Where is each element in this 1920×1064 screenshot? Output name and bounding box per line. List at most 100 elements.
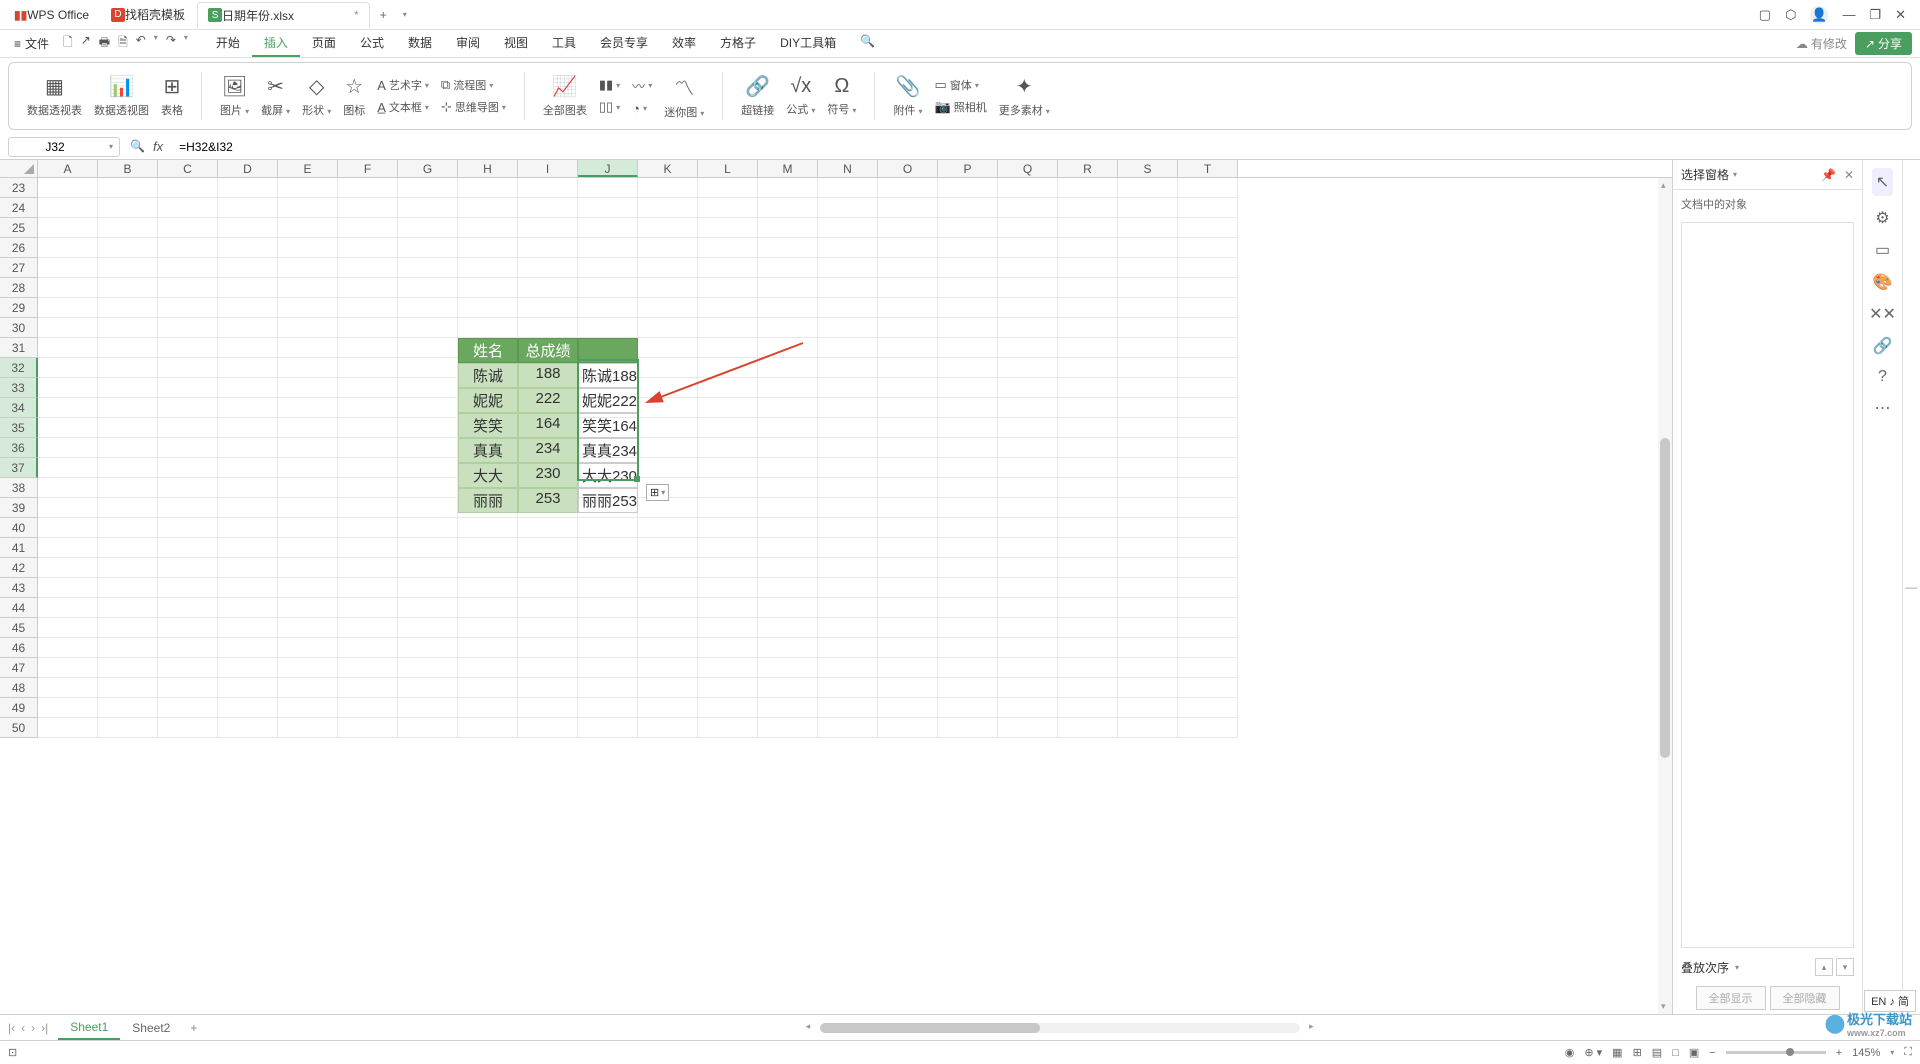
collapse-panel-button[interactable]: — — [1902, 160, 1920, 1014]
close-button[interactable]: ✕ — [1895, 7, 1906, 23]
zoom-thumb[interactable] — [1786, 1048, 1794, 1056]
tab-list-button[interactable]: ▾ — [395, 6, 415, 23]
tab-tools[interactable]: 工具 — [540, 30, 588, 57]
screenshot-button[interactable]: ✂截屏 ▾ — [257, 72, 294, 120]
col-header[interactable]: G — [398, 160, 458, 177]
col-header[interactable]: E — [278, 160, 338, 177]
other-chart-button[interactable]: ▯▯▾ — [595, 98, 624, 116]
zoom-level[interactable]: 145% — [1852, 1047, 1880, 1059]
cursor-tool-icon[interactable]: ↖ — [1872, 168, 1893, 196]
table-cell-concat[interactable]: 丽丽253 — [578, 488, 638, 513]
row-header[interactable]: 50 — [0, 718, 38, 738]
formula-input[interactable] — [173, 140, 1912, 154]
horizontal-scrollbar[interactable]: ◂ ▸ — [820, 1023, 1300, 1033]
maximize-button[interactable]: ❐ — [1869, 7, 1881, 23]
row-header[interactable]: 29 — [0, 298, 38, 318]
zoom-slider[interactable] — [1726, 1051, 1826, 1054]
table-cell-score[interactable]: 234 — [518, 438, 578, 463]
app-tab[interactable]: ▮▮ WPS Office — [4, 4, 99, 26]
view-read-icon[interactable]: ▣ — [1689, 1046, 1699, 1059]
scrollbar-thumb[interactable] — [1660, 438, 1670, 758]
prev-sheet-button[interactable]: ‹ — [19, 1021, 27, 1035]
attachment-button[interactable]: 📎附件 ▾ — [889, 72, 926, 120]
export-icon[interactable]: ↗ — [81, 33, 91, 54]
more-assets-button[interactable]: ✦更多素材 ▾ — [995, 72, 1054, 120]
zoom-in-button[interactable]: + — [1836, 1047, 1842, 1059]
help-icon[interactable]: ? — [1878, 368, 1887, 386]
name-box-input[interactable] — [15, 140, 95, 154]
row-header[interactable]: 45 — [0, 618, 38, 638]
sheet-tab[interactable]: Sheet2 — [120, 1017, 182, 1039]
col-header[interactable]: I — [518, 160, 578, 177]
tab-efficiency[interactable]: 效率 — [660, 30, 708, 57]
table-cell-score[interactable]: 253 — [518, 488, 578, 513]
layout-icon[interactable]: ▢ — [1759, 7, 1771, 23]
redo-icon[interactable]: ↷ — [166, 33, 176, 54]
table-cell-concat[interactable]: 大大230 — [578, 463, 638, 488]
view-icon[interactable]: ▦ — [1612, 1046, 1622, 1059]
row-header[interactable]: 48 — [0, 678, 38, 698]
select-all-corner[interactable] — [0, 160, 38, 177]
col-header[interactable]: F — [338, 160, 398, 177]
vertical-scrollbar[interactable]: ▴ ▾ — [1658, 178, 1672, 1014]
table-cell-name[interactable]: 大大 — [458, 463, 518, 488]
table-cell-concat[interactable]: 陈诚188 — [578, 363, 638, 388]
shapes-button[interactable]: ◇形状 ▾ — [298, 72, 335, 120]
flowchart-button[interactable]: ⧉流程图▾ — [437, 76, 510, 94]
view-icon[interactable]: ◉ — [1565, 1046, 1575, 1059]
table-cell-score[interactable]: 164 — [518, 413, 578, 438]
move-up-button[interactable]: ▴ — [1815, 958, 1833, 976]
spreadsheet[interactable]: A B C D E F G H I J K L M N O P Q R S T … — [0, 160, 1672, 1014]
table-cell-score[interactable]: 222 — [518, 388, 578, 413]
settings-icon[interactable]: ⚙ — [1875, 208, 1889, 228]
row-header[interactable]: 35 — [0, 418, 38, 438]
col-header[interactable]: O — [878, 160, 938, 177]
more-dropdown[interactable]: ▾ — [184, 33, 188, 54]
undo-icon[interactable]: ↶ — [136, 33, 146, 54]
fullscreen-icon[interactable]: ⛶ — [1904, 1046, 1912, 1059]
next-sheet-button[interactable]: › — [29, 1021, 37, 1035]
row-header[interactable]: 25 — [0, 218, 38, 238]
row-header[interactable]: 34 — [0, 398, 38, 418]
hscroll-thumb[interactable] — [820, 1023, 1040, 1033]
pivot-table-button[interactable]: ▦数据透视表 — [23, 72, 86, 120]
sheet-tab[interactable]: Sheet1 — [58, 1016, 120, 1040]
table-cell-concat[interactable]: 真真234 — [578, 438, 638, 463]
cells-area[interactable]: 姓名 总成绩 陈诚188陈诚188妮妮222妮妮222笑笑164笑笑164真真2… — [38, 178, 1672, 738]
line-chart-button[interactable]: 〰▾ — [628, 75, 656, 96]
fx-button[interactable]: fx — [153, 139, 163, 154]
tab-page[interactable]: 页面 — [300, 30, 348, 57]
row-header[interactable]: 40 — [0, 518, 38, 538]
ruler-icon[interactable]: ✕✕ — [1869, 304, 1896, 324]
row-header[interactable]: 47 — [0, 658, 38, 678]
row-header[interactable]: 28 — [0, 278, 38, 298]
equation-button[interactable]: √x公式 ▾ — [782, 73, 819, 119]
row-header[interactable]: 24 — [0, 198, 38, 218]
view-layout-icon[interactable]: ▤ — [1652, 1046, 1662, 1059]
table-cell-concat[interactable]: 笑笑164 — [578, 413, 638, 438]
table-button[interactable]: ⊞表格 — [157, 72, 187, 120]
row-header[interactable]: 49 — [0, 698, 38, 718]
textbox-button[interactable]: A̲文本框▾ — [373, 98, 433, 116]
camera-button[interactable]: 📷照相机 — [931, 98, 991, 116]
row-header[interactable]: 26 — [0, 238, 38, 258]
col-header[interactable]: T — [1178, 160, 1238, 177]
tab-start[interactable]: 开始 — [204, 30, 252, 57]
last-sheet-button[interactable]: ›| — [39, 1021, 50, 1035]
hide-all-button[interactable]: 全部隐藏 — [1770, 986, 1840, 1010]
file-menu[interactable]: ≡ 文件 — [8, 33, 55, 54]
col-header[interactable]: B — [98, 160, 158, 177]
col-header[interactable]: K — [638, 160, 698, 177]
link-tool-icon[interactable]: 🔗 — [1873, 336, 1893, 356]
tab-current-file[interactable]: S 日期年份.xlsx * — [197, 2, 370, 28]
tab-data[interactable]: 数据 — [396, 30, 444, 57]
row-header[interactable]: 37 — [0, 458, 38, 478]
table-cell-name[interactable]: 真真 — [458, 438, 518, 463]
tab-template[interactable]: D 找稻壳模板 — [101, 2, 195, 27]
col-header[interactable]: C — [158, 160, 218, 177]
autofill-options[interactable]: ⊞▾ — [646, 484, 669, 501]
row-header[interactable]: 36 — [0, 438, 38, 458]
close-pane-icon[interactable]: ✕ — [1844, 168, 1854, 182]
row-header[interactable]: 33 — [0, 378, 38, 398]
move-down-button[interactable]: ▾ — [1836, 958, 1854, 976]
